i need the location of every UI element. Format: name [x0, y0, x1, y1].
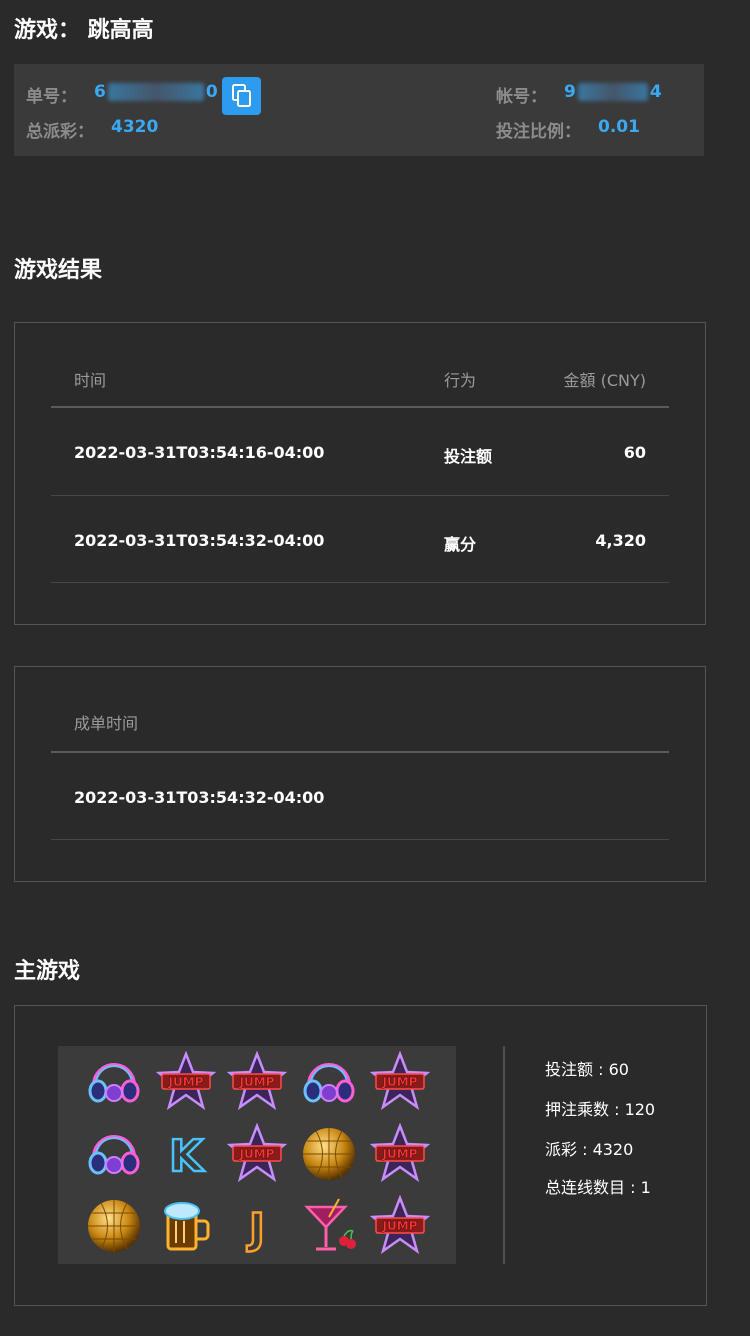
stat-payout: 派彩 : 4320 [545, 1140, 634, 1159]
svg-text:JUMP: JUMP [239, 1075, 275, 1089]
row-action: 赢分 [444, 535, 477, 554]
jump-star-icon: JUMP [226, 1050, 288, 1111]
svg-text:JUMP: JUMP [382, 1219, 418, 1233]
bet-ratio-label: 投注比例： [496, 122, 581, 142]
settle-time-value: 2022-03-31T03:54:32-04:00 [74, 788, 325, 807]
redacted-blur [577, 83, 648, 101]
main-game-title: 主游戏 [14, 959, 81, 984]
account-value: 9 4 [564, 82, 662, 102]
letter-j-icon: J [227, 1195, 287, 1255]
headphones-icon [299, 1051, 359, 1111]
headphones-icon [84, 1051, 144, 1111]
stat-lines: 总连线数目 : 1 [545, 1178, 651, 1197]
header-divider [51, 406, 669, 408]
column-header-amount: 金額 (CNY) [563, 371, 647, 390]
game-result-title: 游戏结果 [14, 258, 103, 283]
column-header-time: 时间 [74, 371, 107, 390]
svg-text:JUMP: JUMP [167, 1075, 203, 1089]
headphones-icon [84, 1123, 144, 1183]
account-label: 帐号： [496, 87, 547, 107]
svg-text:JUMP: JUMP [239, 1147, 275, 1161]
svg-text:JUMP: JUMP [382, 1147, 418, 1161]
order-number-suffix: 0 [205, 82, 218, 102]
total-payout-label: 总派彩： [26, 122, 94, 142]
row-time: 2022-03-31T03:54:16-04:00 [74, 443, 325, 462]
jump-star-icon: JUMP [369, 1050, 431, 1111]
panel-divider [503, 1046, 505, 1264]
row-amount: 4,320 [595, 531, 646, 550]
jump-star-icon: JUMP [369, 1194, 431, 1255]
row-divider [51, 839, 669, 840]
header-divider [51, 751, 669, 753]
svg-text:JUMP: JUMP [382, 1075, 418, 1089]
svg-text:J: J [246, 1204, 265, 1253]
row-divider [51, 582, 669, 583]
jump-star-icon: JUMP [369, 1122, 431, 1183]
column-header-settle-time: 成单时间 [74, 714, 139, 733]
order-number-label: 单号： [26, 87, 77, 107]
order-number-prefix: 6 [94, 82, 106, 102]
order-info-panel [14, 64, 704, 156]
column-header-action: 行为 [444, 371, 477, 390]
disco-ball-icon [299, 1123, 359, 1183]
cocktail-icon [299, 1195, 359, 1255]
svg-text:K: K [168, 1131, 204, 1182]
row-divider [51, 495, 669, 496]
beer-mug-icon [156, 1195, 216, 1255]
account-suffix: 4 [649, 82, 662, 102]
total-payout-value: 4320 [111, 117, 159, 137]
disco-ball-icon [84, 1195, 144, 1255]
stat-multiplier: 押注乘数 : 120 [545, 1100, 656, 1119]
row-action: 投注额 [444, 447, 493, 466]
redacted-blur [107, 83, 204, 101]
account-prefix: 9 [564, 82, 576, 102]
jump-star-icon: JUMP [155, 1050, 216, 1111]
copy-icon [231, 84, 251, 107]
order-number-value[interactable]: 6 0 [94, 82, 218, 102]
jump-star-icon: JUMP [226, 1122, 288, 1183]
settle-time-table [14, 666, 706, 882]
stat-bet: 投注额 : 60 [545, 1060, 629, 1079]
page-title: 游戏： 跳高高 [14, 18, 154, 43]
row-time: 2022-03-31T03:54:32-04:00 [74, 531, 325, 550]
row-amount: 60 [623, 443, 646, 462]
bet-ratio-value: 0.01 [598, 117, 640, 137]
copy-button[interactable] [222, 77, 261, 115]
letter-k-icon: K [156, 1123, 216, 1184]
